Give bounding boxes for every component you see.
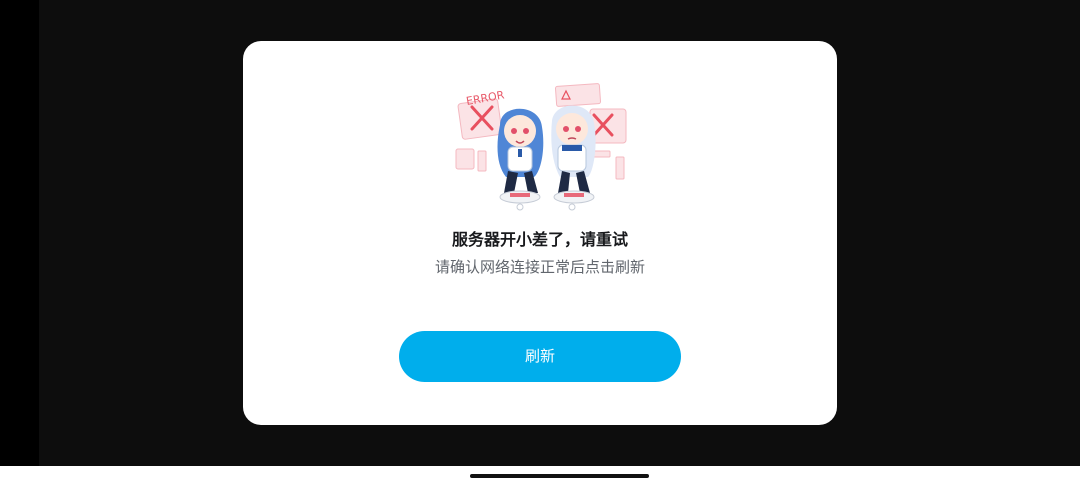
error-mascots-illustration: ERROR	[455, 83, 627, 211]
left-strip	[0, 0, 39, 466]
error-subtitle: 请确认网络连接正常后点击刷新	[434, 258, 645, 276]
home-indicator[interactable]	[470, 474, 649, 478]
error-title: 服务器开小差了，请重试	[451, 230, 628, 249]
refresh-button[interactable]: 刷新	[399, 331, 681, 382]
screen: ERROR 服务器开小差了，请重试 请确认网络连接正常后点击刷新 刷新	[0, 0, 1080, 486]
error-dialog: ERROR 服务器开小差了，请重试 请确认网络连接正常后点击刷新 刷新	[243, 41, 837, 425]
